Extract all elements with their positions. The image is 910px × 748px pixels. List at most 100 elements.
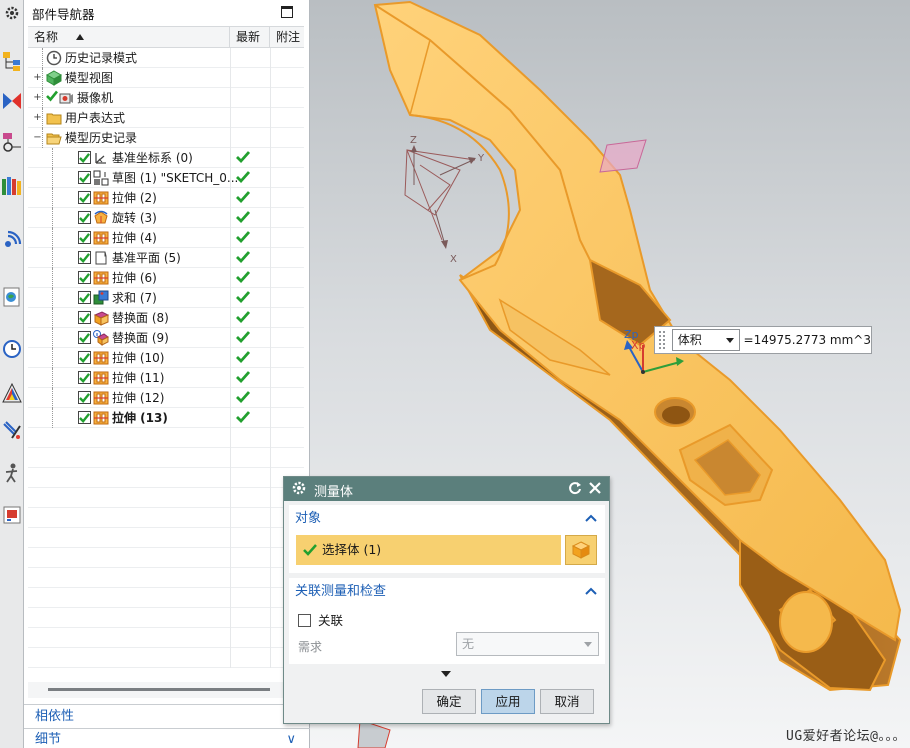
dialog-settings-icon[interactable]: [291, 480, 307, 500]
feature-tree: 历史记录模式 + 模型视图 + 摄像机 + 用户表达式 − 模型历史记录 基准坐标系 (0) 草图 …: [28, 48, 304, 668]
drag-handle-icon[interactable]: [658, 330, 667, 350]
associative-checkbox-box[interactable]: [298, 614, 311, 627]
cancel-button[interactable]: 取消: [540, 689, 594, 714]
cube-icon: [571, 541, 591, 559]
visibility-checkbox[interactable]: [78, 411, 91, 424]
tree-row[interactable]: − 模型历史记录: [28, 128, 304, 148]
collapse-icon[interactable]: −: [33, 133, 42, 143]
up-to-date-icon: [236, 410, 251, 427]
visibility-checkbox[interactable]: [78, 351, 91, 364]
object-section-header[interactable]: 对象: [289, 505, 605, 533]
expand-icon[interactable]: +: [33, 113, 42, 123]
datum-x-label: X: [450, 254, 457, 265]
tree-row[interactable]: 旋转 (3): [28, 208, 304, 228]
empty-tree-row: [28, 628, 304, 648]
scrollbar-thumb[interactable]: [48, 688, 270, 691]
tree-row[interactable]: 拉伸 (11): [28, 368, 304, 388]
tree-row-label: 历史记录模式: [65, 51, 138, 65]
expand-icon[interactable]: +: [33, 93, 42, 103]
visibility-checkbox[interactable]: [78, 271, 91, 284]
dependencies-panel[interactable]: 相依性: [24, 704, 310, 728]
tree-row[interactable]: 基准坐标系 (0): [28, 148, 304, 168]
measurement-label[interactable]: 体积 =14975.2773 mm^3: [654, 326, 872, 354]
settings-gear-icon[interactable]: [1, 0, 23, 26]
close-icon[interactable]: [587, 480, 603, 500]
horizontal-scrollbar[interactable]: [28, 682, 304, 698]
tree-row[interactable]: + 模型视图: [28, 68, 304, 88]
constraint-navigator-icon[interactable]: [1, 88, 23, 114]
tree-row[interactable]: 草图 (1) "SKETCH_0...: [28, 168, 304, 188]
associative-section-title: 关联测量和检查: [295, 584, 387, 599]
tree-row[interactable]: 拉伸 (4): [28, 228, 304, 248]
visibility-checkbox[interactable]: [78, 391, 91, 404]
apply-button[interactable]: 应用: [481, 689, 535, 714]
empty-tree-row: [28, 508, 304, 528]
manikin-icon[interactable]: [1, 460, 23, 486]
tree-row[interactable]: 拉伸 (2): [28, 188, 304, 208]
model-view-icon: [45, 70, 63, 86]
visibility-checkbox[interactable]: [78, 371, 91, 384]
tree-row[interactable]: 基准平面 (5): [28, 248, 304, 268]
visibility-checkbox[interactable]: [78, 311, 91, 324]
tree-row[interactable]: 替换面 (9): [28, 328, 304, 348]
details-panel[interactable]: 细节 ∨: [24, 728, 310, 748]
tree-row[interactable]: 替换面 (8): [28, 308, 304, 328]
up-to-date-icon: [236, 350, 251, 367]
visibility-checkbox[interactable]: [78, 171, 91, 184]
tree-row[interactable]: + 摄像机: [28, 88, 304, 108]
extrude-icon: [93, 190, 109, 206]
visibility-checkbox[interactable]: [78, 291, 91, 304]
empty-tree-row: [28, 428, 304, 448]
tree-row[interactable]: 拉伸 (13): [28, 408, 304, 428]
chevron-down-icon: [725, 338, 734, 343]
measure-type-dropdown[interactable]: 体积: [671, 329, 740, 351]
tree-row[interactable]: 拉伸 (10): [28, 348, 304, 368]
requirement-dropdown[interactable]: 无: [456, 632, 599, 656]
dialog-titlebar[interactable]: 测量体: [284, 477, 609, 501]
reuse-library-icon[interactable]: [1, 172, 23, 198]
visibility-checkbox[interactable]: [78, 191, 91, 204]
assembly-navigator-icon[interactable]: [1, 48, 23, 74]
check-icon: [303, 544, 317, 556]
maximize-icon[interactable]: [281, 6, 293, 18]
roles-icon[interactable]: [1, 502, 23, 528]
tree-row[interactable]: 拉伸 (12): [28, 388, 304, 408]
hd3d-tools-icon[interactable]: [1, 228, 23, 254]
tree-connector: [52, 208, 53, 228]
visibility-checkbox[interactable]: [78, 211, 91, 224]
process-studio-icon[interactable]: [1, 418, 23, 444]
associative-checkbox[interactable]: 关联: [298, 612, 343, 630]
tree-row-label: 基准平面 (5): [112, 251, 181, 265]
solid-body-select-button[interactable]: [565, 535, 597, 565]
reset-icon[interactable]: [567, 480, 583, 500]
system-materials-icon[interactable]: [1, 380, 23, 406]
ok-button[interactable]: 确定: [422, 689, 476, 714]
expand-icon[interactable]: +: [33, 73, 42, 83]
folder-icon: [46, 110, 62, 126]
tree-row[interactable]: 求和 (7): [28, 288, 304, 308]
tree-row-label: 替换面 (9): [112, 331, 169, 345]
datum-csys-icon: [93, 150, 109, 166]
folder-open-icon: [46, 130, 62, 146]
dialog-title: 测量体: [314, 485, 354, 500]
select-body-row[interactable]: 选择体 (1): [296, 535, 561, 565]
column-latest[interactable]: 最新: [230, 27, 270, 47]
tree-row[interactable]: + 用户表达式: [28, 108, 304, 128]
web-browser-icon[interactable]: [1, 284, 23, 310]
visibility-checkbox[interactable]: [78, 151, 91, 164]
visibility-checkbox[interactable]: [78, 231, 91, 244]
tree-row[interactable]: 拉伸 (6): [28, 268, 304, 288]
column-name[interactable]: 名称: [28, 27, 230, 47]
extrude-icon: [93, 410, 109, 426]
history-clock-icon[interactable]: [1, 336, 23, 362]
visibility-checkbox[interactable]: [78, 251, 91, 264]
visibility-checkbox[interactable]: [78, 331, 91, 344]
column-note[interactable]: 附注: [270, 27, 304, 47]
part-navigator-icon[interactable]: [1, 130, 23, 156]
more-options-icon[interactable]: [441, 671, 451, 677]
tree-row-label: 旋转 (3): [112, 211, 157, 225]
tree-row-label: 用户表达式: [65, 111, 126, 125]
up-to-date-icon: [236, 250, 251, 267]
tree-row[interactable]: 历史记录模式: [28, 48, 304, 68]
associative-section-header[interactable]: 关联测量和检查: [289, 578, 605, 606]
